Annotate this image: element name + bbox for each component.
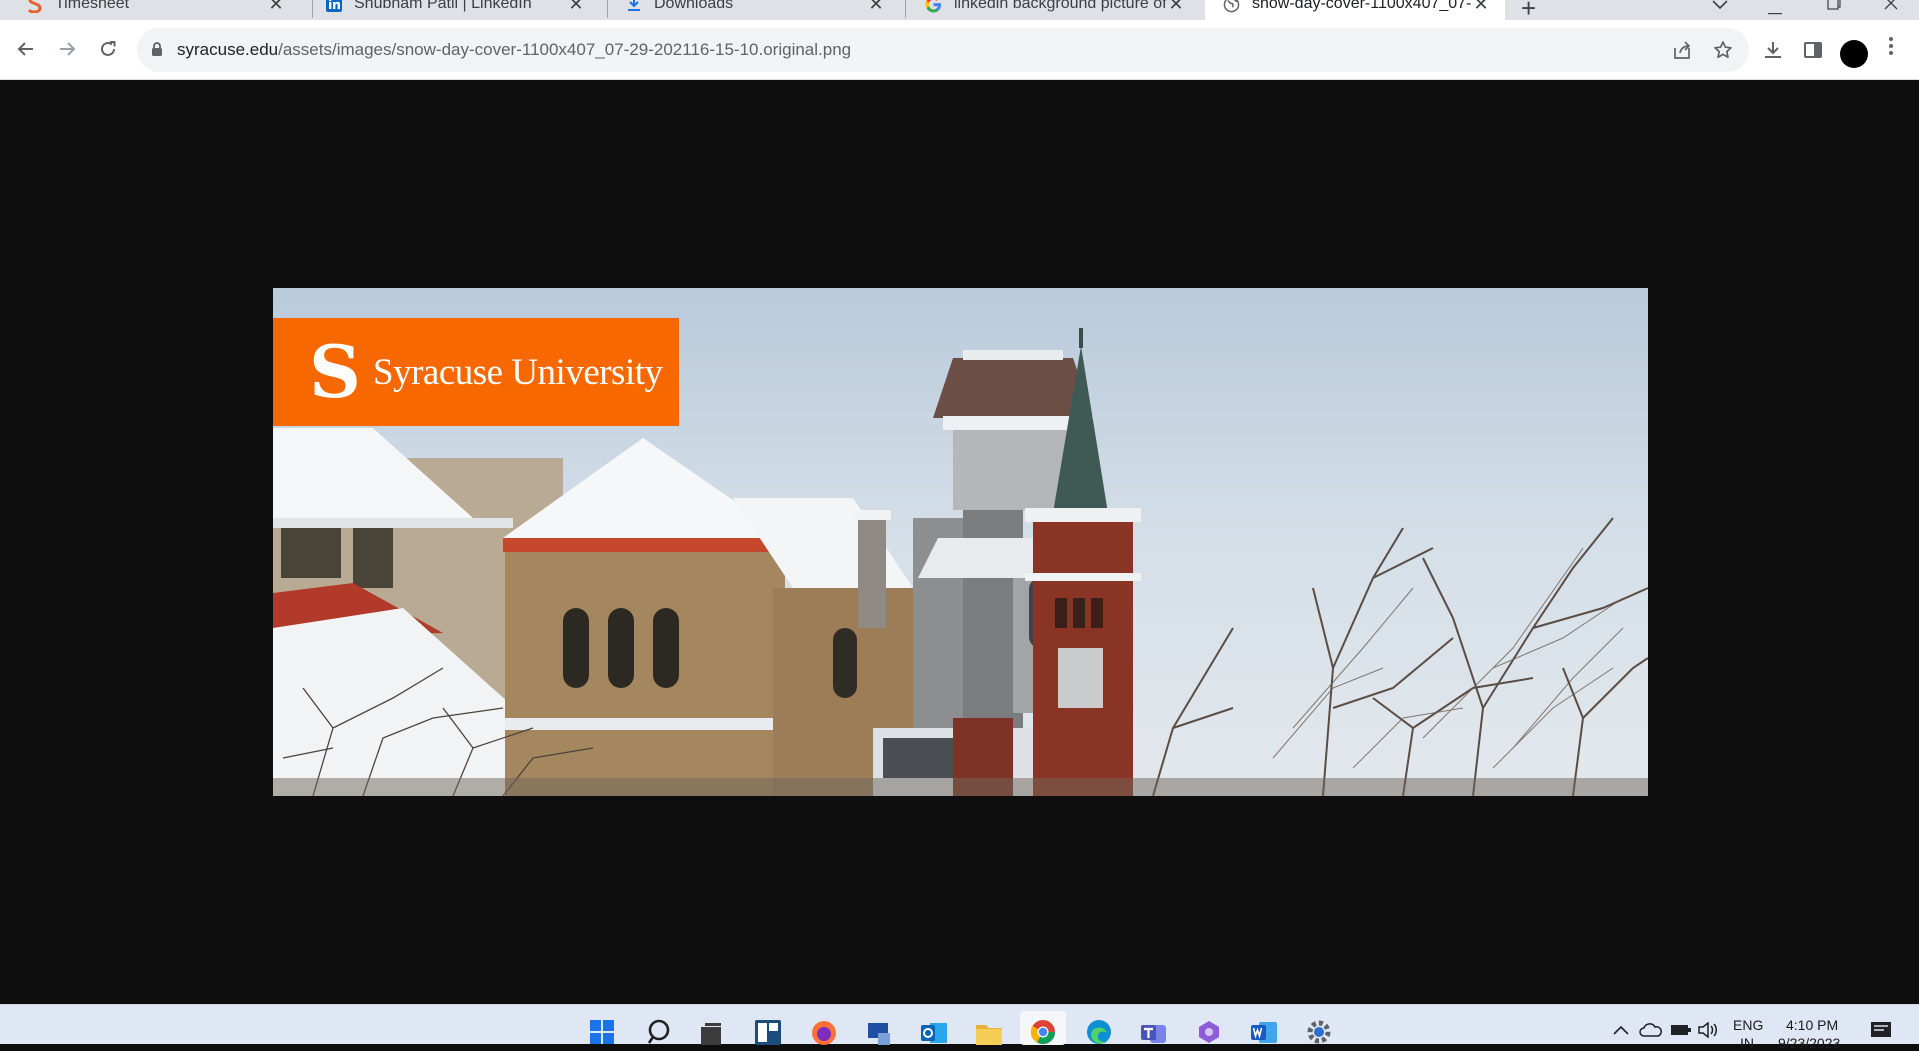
google-icon: [925, 0, 942, 13]
bookmark-star-icon[interactable]: [1712, 39, 1734, 61]
clock-date[interactable]: 9/23/2023: [1778, 1035, 1840, 1051]
windows-taskbar: ENG IN 4:10 PM 9/23/2023: [0, 1004, 1919, 1051]
task-view-icon[interactable]: [697, 1019, 725, 1045]
url-text[interactable]: syracuse.edu/assets/images/snow-day-cove…: [177, 40, 851, 60]
tab-close-button[interactable]: ✕: [866, 0, 886, 15]
outlook-icon[interactable]: [920, 1019, 948, 1045]
minimize-button[interactable]: [1768, 0, 1782, 20]
reload-icon: [101, 41, 116, 56]
start-icon[interactable]: [588, 1019, 616, 1045]
tab-google-search[interactable]: linkedin background picture of sy ✕: [900, 0, 1200, 20]
tab-close-button[interactable]: ✕: [1166, 0, 1186, 15]
edge-icon[interactable]: [1085, 1019, 1113, 1045]
address-bar[interactable]: syracuse.edu/assets/images/snow-day-cove…: [137, 28, 1749, 72]
input-region[interactable]: IN: [1740, 1035, 1754, 1051]
onedrive-cloud-icon[interactable]: [1637, 1023, 1665, 1049]
url-path: /assets/images/snow-day-cover-1100x407_0…: [278, 40, 852, 59]
url-host: syracuse.edu: [177, 40, 279, 59]
tab-close-button[interactable]: ✕: [1471, 0, 1491, 15]
tab-close-button[interactable]: ✕: [266, 0, 286, 15]
input-language[interactable]: ENG: [1733, 1017, 1763, 1033]
word-icon[interactable]: [1250, 1019, 1278, 1045]
syracuse-logo: S Syracuse University: [273, 318, 679, 426]
search-icon[interactable]: [645, 1019, 673, 1045]
tab-strip: Timesheet ✕ Shubham Patil | LinkedIn ✕ D…: [0, 0, 1919, 20]
volume-icon[interactable]: [1694, 1022, 1722, 1048]
back-arrow-icon: [17, 42, 33, 56]
tab-close-button[interactable]: ✕: [566, 0, 586, 15]
chrome-icon[interactable]: [1020, 1011, 1066, 1045]
tab-title: Shubham Patil | LinkedIn: [354, 0, 532, 12]
new-tab-button[interactable]: +: [1521, 0, 1536, 20]
share-icon[interactable]: [1671, 39, 1693, 61]
download-icon: [625, 0, 642, 13]
battery-icon[interactable]: [1667, 1023, 1695, 1049]
snow-day-cover-image: S Syracuse University: [273, 288, 1648, 796]
firefox-icon[interactable]: [810, 1019, 838, 1045]
tab-downloads[interactable]: Downloads ✕: [600, 0, 900, 20]
reload-button[interactable]: [93, 34, 123, 64]
file-explorer-icon[interactable]: [975, 1019, 1003, 1045]
copilot-icon[interactable]: [1195, 1019, 1223, 1045]
tab-snow-day-cover[interactable]: snow-day-cover-1100x407_07-29 ✕: [1205, 0, 1505, 20]
downloads-icon[interactable]: [1760, 37, 1786, 63]
close-window-button[interactable]: [1884, 0, 1898, 15]
back-button[interactable]: [11, 34, 41, 64]
lock-icon[interactable]: [151, 42, 163, 62]
forward-arrow-icon: [60, 42, 76, 56]
linkedin-icon: [325, 0, 342, 13]
teams-icon[interactable]: [1140, 1019, 1168, 1045]
browser-toolbar: syracuse.edu/assets/images/snow-day-cove…: [0, 20, 1919, 80]
logo-block-s: S: [309, 329, 361, 414]
restore-button[interactable]: [1827, 0, 1841, 15]
show-hidden-icons-chevron-icon[interactable]: [1607, 1025, 1635, 1051]
tab-title: Downloads: [654, 0, 734, 12]
tab-linkedin[interactable]: Shubham Patil | LinkedIn ✕: [300, 0, 600, 20]
forward-button[interactable]: [52, 34, 82, 64]
widgets-icon[interactable]: [754, 1019, 782, 1045]
globe-icon: [1223, 0, 1240, 13]
clock-time[interactable]: 4:10 PM: [1786, 1017, 1838, 1033]
tab-title: Timesheet: [55, 0, 130, 12]
tab-title: snow-day-cover-1100x407_07-29: [1252, 0, 1471, 12]
more-menu-icon[interactable]: [1888, 36, 1894, 60]
orange-s-icon: [26, 0, 43, 13]
side-panel-icon[interactable]: [1800, 37, 1826, 63]
profile-avatar[interactable]: [1840, 40, 1868, 68]
logo-wordmark: Syracuse University: [373, 351, 663, 393]
settings-gear-icon[interactable]: [1305, 1019, 1333, 1045]
tab-timesheet[interactable]: Timesheet ✕: [0, 0, 300, 20]
tab-search-chevron-icon[interactable]: [1712, 0, 1728, 15]
tab-title: linkedin background picture of sy: [954, 0, 1166, 12]
remote-desktop-icon[interactable]: [865, 1019, 893, 1045]
notifications-icon[interactable]: [1868, 1021, 1896, 1047]
